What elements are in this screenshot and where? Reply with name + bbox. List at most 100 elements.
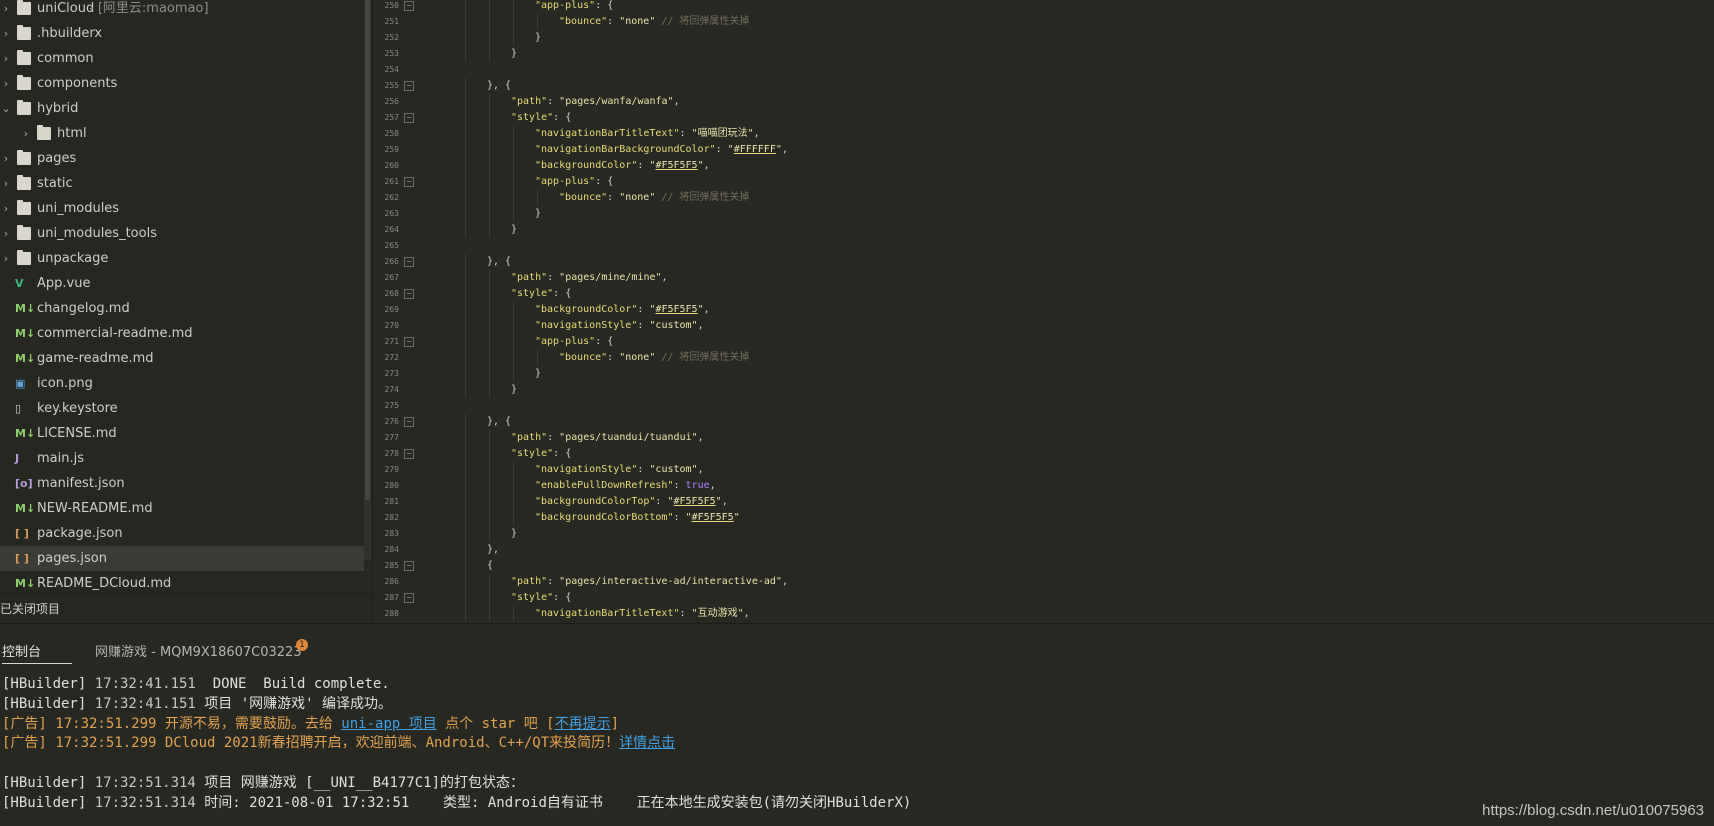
closed-projects-label[interactable]: 已关闭项目 xyxy=(0,593,371,623)
console-link[interactable]: 详情点击 xyxy=(619,735,675,751)
code-line[interactable]: 269 "backgroundColor": "#F5F5F5", xyxy=(373,302,1714,318)
code-line[interactable]: 268− "style": { xyxy=(373,286,1714,302)
fold-toggle-icon[interactable]: − xyxy=(404,417,414,427)
code-line[interactable]: 258 "navigationBarTitleText": "喵喵团玩法", xyxy=(373,126,1714,142)
fold-toggle-icon[interactable]: − xyxy=(404,1,414,11)
tree-item-pages[interactable]: › pages xyxy=(0,146,364,171)
tree-item-hybrid[interactable]: ⌄ hybrid xyxy=(0,96,364,121)
fold-toggle-icon[interactable]: − xyxy=(404,113,414,123)
indent-guide xyxy=(489,318,490,334)
chevron-right-icon[interactable]: › xyxy=(0,146,12,171)
code-line[interactable]: 279 "navigationStyle": "custom", xyxy=(373,462,1714,478)
tree-item-uni-modules-tools[interactable]: › uni_modules_tools xyxy=(0,221,364,246)
fold-toggle-icon[interactable]: − xyxy=(404,337,414,347)
code-line[interactable]: 265 xyxy=(373,238,1714,254)
tree-item-unpackage[interactable]: › unpackage xyxy=(0,246,364,271)
fold-toggle-icon[interactable]: − xyxy=(404,449,414,459)
code-line[interactable]: 276−}, { xyxy=(373,414,1714,430)
code-line[interactable]: 267 "path": "pages/mine/mine", xyxy=(373,270,1714,286)
fold-toggle-icon[interactable]: − xyxy=(404,289,414,299)
code-line[interactable]: 273} xyxy=(373,366,1714,382)
folder-icon xyxy=(17,200,31,215)
tree-item-main-js[interactable]: Jmain.js xyxy=(0,446,364,471)
code-line[interactable]: 284}, xyxy=(373,542,1714,558)
chevron-down-icon[interactable]: ⌄ xyxy=(0,96,12,121)
code-line[interactable]: 264} xyxy=(373,222,1714,238)
tree-item-uni-modules[interactable]: › uni_modules xyxy=(0,196,364,221)
tree-item-unicloud[interactable]: › uniCloud - [阿里云:maomao] xyxy=(0,0,364,21)
tab-console[interactable]: 控制台 xyxy=(2,641,72,664)
tree-item-manifest-json[interactable]: [o] manifest.json xyxy=(0,471,364,496)
tree-item-changelog-md[interactable]: M↓ changelog.md xyxy=(0,296,364,321)
code-line[interactable]: 253} xyxy=(373,46,1714,62)
tree-item-new-readme-md[interactable]: M↓ NEW-README.md xyxy=(0,496,364,521)
fold-toggle-icon[interactable]: − xyxy=(404,81,414,91)
fold-toggle-icon[interactable]: − xyxy=(404,561,414,571)
code-line[interactable]: 280 "enablePullDownRefresh": true, xyxy=(373,478,1714,494)
chevron-right-icon[interactable]: › xyxy=(0,246,12,271)
chevron-right-icon[interactable]: › xyxy=(0,221,12,246)
chevron-right-icon[interactable]: › xyxy=(0,196,12,221)
tree-item-icon-png[interactable]: ▣ icon.png xyxy=(0,371,364,396)
sidebar-scrollbar-thumb[interactable] xyxy=(365,0,370,500)
tree-item-static[interactable]: › static xyxy=(0,171,364,196)
console-link[interactable]: uni-app 项目 xyxy=(341,716,436,732)
chevron-right-icon[interactable]: › xyxy=(0,21,12,46)
tree-item-hbuilderx[interactable]: › .hbuilderx xyxy=(0,21,364,46)
code-token: }, { xyxy=(487,416,512,427)
fold-toggle-icon[interactable]: − xyxy=(404,593,414,603)
code-line[interactable]: 287− "style": { xyxy=(373,590,1714,606)
code-line[interactable]: 252} xyxy=(373,30,1714,46)
tree-item-pages-json[interactable]: [ ] pages.json xyxy=(0,546,364,571)
code-editor[interactable]: 250− "app-plus": {251 "bounce": "none" // … xyxy=(373,0,1714,623)
code-line[interactable]: 250− "app-plus": { xyxy=(373,0,1714,14)
tab-device-log[interactable]: 网赚游戏 - MQM9X18607C03223 xyxy=(95,641,302,663)
code-line[interactable]: 262 "bounce": "none" // 将回弹属性关掉 xyxy=(373,190,1714,206)
code-line[interactable]: 277 "path": "pages/tuandui/tuandui", xyxy=(373,430,1714,446)
code-line[interactable]: 288 "navigationBarTitleText": "互动游戏", xyxy=(373,606,1714,622)
code-token: // 将回弹属性关掉 xyxy=(661,192,750,203)
code-line[interactable]: 260 "backgroundColor": "#F5F5F5", xyxy=(373,158,1714,174)
code-line[interactable]: 251 "bounce": "none" // 将回弹属性关掉 xyxy=(373,14,1714,30)
console-link[interactable]: 不再提示 xyxy=(555,716,611,732)
code-line[interactable]: 271− "app-plus": { xyxy=(373,334,1714,350)
code-line[interactable]: 282 "backgroundColorBottom": "#F5F5F5" xyxy=(373,510,1714,526)
chevron-right-icon[interactable]: › xyxy=(0,46,12,71)
code-line[interactable]: 286 "path": "pages/interactive-ad/interac… xyxy=(373,574,1714,590)
tree-item-license-md[interactable]: M↓ LICENSE.md xyxy=(0,421,364,446)
code-line[interactable]: 255−}, { xyxy=(373,78,1714,94)
fold-toggle-icon[interactable]: − xyxy=(404,177,414,187)
tree-item-app-vue[interactable]: V App.vue xyxy=(0,271,364,296)
code-line[interactable]: 259 "navigationBarBackgroundColor": "#FFF… xyxy=(373,142,1714,158)
folder-icon xyxy=(17,0,31,15)
chevron-right-icon[interactable]: › xyxy=(0,71,12,96)
code-token: : xyxy=(607,352,620,363)
code-line[interactable]: 254 xyxy=(373,62,1714,78)
code-line[interactable]: 274} xyxy=(373,382,1714,398)
code-line[interactable]: 257− "style": { xyxy=(373,110,1714,126)
code-line[interactable]: 266−}, { xyxy=(373,254,1714,270)
tree-item-common[interactable]: › common xyxy=(0,46,364,71)
code-text: }, { xyxy=(487,78,511,94)
code-line[interactable]: 278− "style": { xyxy=(373,446,1714,462)
code-line[interactable]: 275 xyxy=(373,398,1714,414)
tree-item-components[interactable]: › components xyxy=(0,71,364,96)
tree-item-key-keystore[interactable]: ▯ key.keystore xyxy=(0,396,364,421)
chevron-right-icon[interactable]: › xyxy=(0,171,12,196)
chevron-right-icon[interactable]: › xyxy=(20,121,32,146)
fold-toggle-icon[interactable]: − xyxy=(404,257,414,267)
code-line[interactable]: 285− { xyxy=(373,558,1714,574)
tree-item-game-readme-md[interactable]: M↓ game-readme.md xyxy=(0,346,364,371)
code-line[interactable]: 281 "backgroundColorTop": "#F5F5F5", xyxy=(373,494,1714,510)
tree-item-html[interactable]: › html xyxy=(0,121,364,146)
code-line[interactable]: 256 "path": "pages/wanfa/wanfa", xyxy=(373,94,1714,110)
code-line[interactable]: 261− "app-plus": { xyxy=(373,174,1714,190)
chevron-right-icon[interactable]: › xyxy=(0,0,12,21)
code-line[interactable]: 283} xyxy=(373,526,1714,542)
code-line[interactable]: 270 "navigationStyle": "custom", xyxy=(373,318,1714,334)
sidebar-scrollbar[interactable] xyxy=(364,0,371,560)
tree-item-package-json[interactable]: [ ] package.json xyxy=(0,521,364,546)
code-line[interactable]: 272 "bounce": "none" // 将回弹属性关掉 xyxy=(373,350,1714,366)
tree-item-commercial-readme-md[interactable]: M↓ commercial-readme.md xyxy=(0,321,364,346)
code-line[interactable]: 263} xyxy=(373,206,1714,222)
